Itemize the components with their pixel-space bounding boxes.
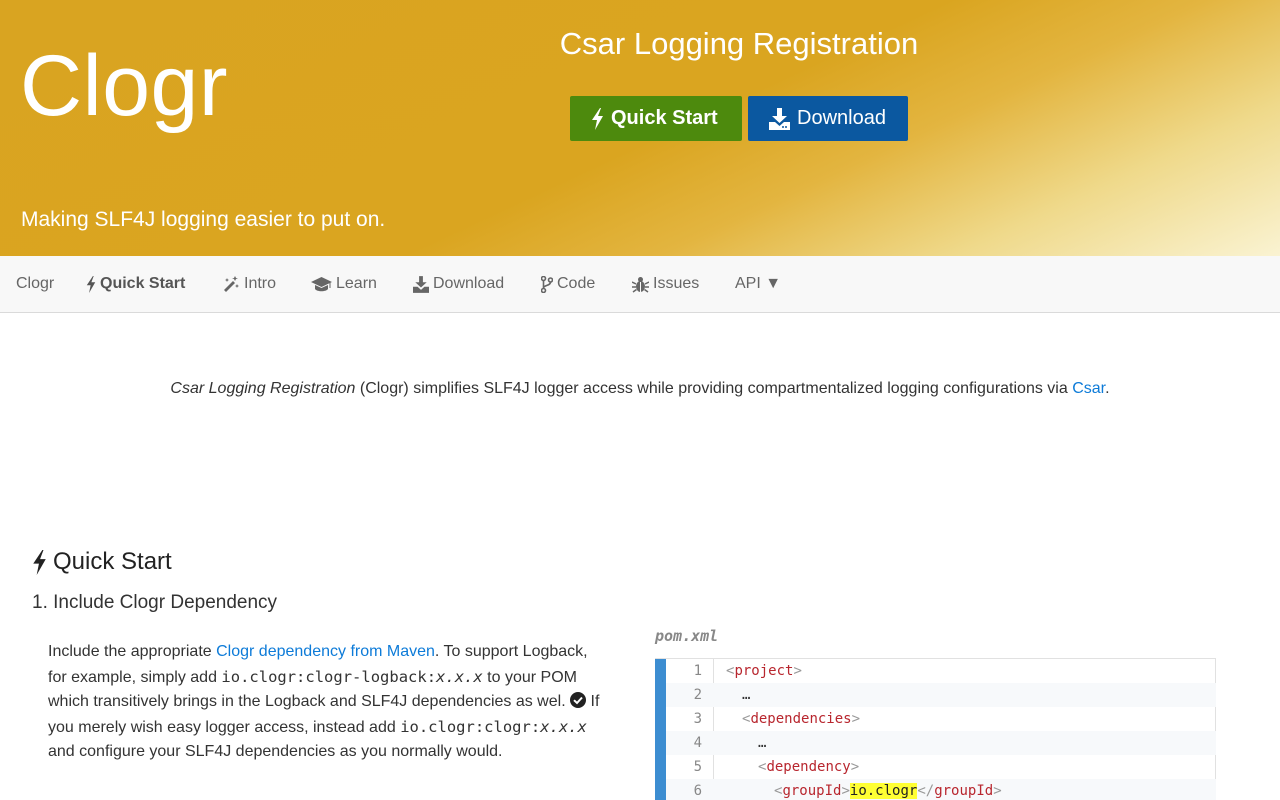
code-branch-icon xyxy=(541,275,553,293)
xml-bracket: > xyxy=(850,759,860,775)
line-content: <dependencies> xyxy=(742,707,860,731)
line-content: <project> xyxy=(726,659,802,683)
maven-dependency-link[interactable]: Clogr dependency from Maven xyxy=(216,643,435,660)
line-number: 5 xyxy=(693,759,702,775)
line-number: 4 xyxy=(693,735,702,751)
nav-item-learn[interactable]: Learn xyxy=(311,256,377,312)
bolt-icon xyxy=(33,549,46,575)
hero-banner: Clogr Csar Logging Registration Quick St… xyxy=(0,0,1280,256)
logback-artifact-code: io.clogr:clogr-logback:x.x.x xyxy=(221,668,482,686)
code-line: 5 <dependency> xyxy=(666,755,1216,779)
nav-item-download[interactable]: Download xyxy=(413,256,504,312)
nav-item-label: Learn xyxy=(336,275,377,292)
download-icon xyxy=(769,107,790,130)
hero-buttons: Quick Start Download xyxy=(570,96,908,141)
navbar: Clogr Quick Start Intro Learn Download C… xyxy=(0,256,1280,313)
nav-item-issues[interactable]: Issues xyxy=(632,256,699,312)
code-version: x.x.x xyxy=(436,667,483,686)
quick-start-button-label: Quick Start xyxy=(611,107,718,129)
line-content: <dependency> xyxy=(758,755,859,779)
nav-item-label: Issues xyxy=(653,275,700,292)
bolt-icon xyxy=(592,107,603,130)
line-content: … xyxy=(742,683,750,707)
nav-item-api[interactable]: API ▼ xyxy=(735,256,781,312)
check-circle-icon xyxy=(570,692,587,709)
graduation-cap-icon xyxy=(311,276,332,291)
download-button[interactable]: Download xyxy=(748,96,908,141)
xml-tag: project xyxy=(734,663,794,679)
line-content: … xyxy=(758,731,766,755)
nav-item-label: Code xyxy=(557,275,596,292)
nav-item-label: Intro xyxy=(244,275,277,292)
code-filename: pom.xml xyxy=(655,627,719,645)
hero-tagline: Making SLF4J logging easier to put on. xyxy=(21,208,386,231)
line-content: <groupId>io.clogr</groupId> xyxy=(774,779,1002,800)
xml-bracket: > xyxy=(993,783,1002,799)
code-accent-bar xyxy=(655,659,666,800)
step-1-title: 1. Include Clogr Dependency xyxy=(32,592,278,613)
code-block: 1 <project> 2… 3 <dependencies> 4… 5 <dependenc… xyxy=(655,658,1216,800)
nav-item-intro[interactable]: Intro xyxy=(223,256,276,312)
code-text: io.clogr:clogr-logback: xyxy=(221,667,437,686)
xml-tag: dependencies xyxy=(750,711,852,727)
quick-start-button[interactable]: Quick Start xyxy=(570,96,742,141)
nav-brand-label: Clogr xyxy=(16,275,55,292)
bolt-icon xyxy=(86,275,96,293)
nav-item-label: Download xyxy=(433,275,505,292)
csar-link[interactable]: Csar xyxy=(1072,380,1105,397)
xml-tag: dependency xyxy=(766,759,851,775)
download-button-label: Download xyxy=(797,107,886,129)
code-line: 1 <project> xyxy=(666,659,1216,683)
text: and configure your SLF4J dependencies as… xyxy=(48,743,503,761)
xml-tag: groupId xyxy=(934,783,994,799)
xml-bracket: > xyxy=(841,783,850,799)
step-1-description: Include the appropriate Clogr dependency… xyxy=(48,640,608,765)
line-number: 3 xyxy=(693,711,702,727)
code-line: 3 <dependencies> xyxy=(666,707,1216,731)
core-artifact-code: io.clogr:clogr:x.x.x xyxy=(400,718,587,736)
intro-project-name: Csar Logging Registration xyxy=(170,380,356,397)
nav-item-quick-start[interactable]: Quick Start xyxy=(86,256,185,312)
intro-end: . xyxy=(1105,380,1110,397)
ellipsis: … xyxy=(742,687,751,703)
code-version: x.x.x xyxy=(540,717,587,736)
magic-wand-icon xyxy=(224,275,239,292)
nav-item-label: API ▼ xyxy=(735,275,782,292)
line-number: 1 xyxy=(693,663,702,679)
nav-item-label: Quick Start xyxy=(100,275,186,292)
download-icon xyxy=(413,275,429,293)
code-line: 2… xyxy=(666,683,1216,707)
code-text: io.clogr:clogr: xyxy=(400,717,541,736)
intro-text: (Clogr) simplifies SLF4J logger access w… xyxy=(355,380,1073,397)
code-line: 6 <groupId>io.clogr</groupId> xyxy=(666,779,1216,800)
quick-start-heading-label: Quick Start xyxy=(53,548,172,575)
xml-bracket: > xyxy=(851,711,861,727)
code-line: 4… xyxy=(666,731,1216,755)
nav-item-code[interactable]: Code xyxy=(541,256,595,312)
quick-start-heading: Quick Start xyxy=(32,547,172,577)
page-title: Csar Logging Registration xyxy=(559,26,919,61)
xml-bracket: > xyxy=(793,663,802,679)
intro-description: Csar Logging Registration (Clogr) simpli… xyxy=(0,378,1280,400)
bug-icon xyxy=(632,276,649,293)
line-number: 2 xyxy=(693,687,702,703)
xml-tag: groupId xyxy=(782,783,842,799)
text: Include the appropriate xyxy=(48,643,217,660)
xml-value-highlight: io.clogr xyxy=(849,783,918,799)
ellipsis: … xyxy=(758,735,767,751)
line-number: 6 xyxy=(693,783,702,799)
nav-brand[interactable]: Clogr xyxy=(16,256,54,312)
xml-bracket: </ xyxy=(917,783,935,799)
